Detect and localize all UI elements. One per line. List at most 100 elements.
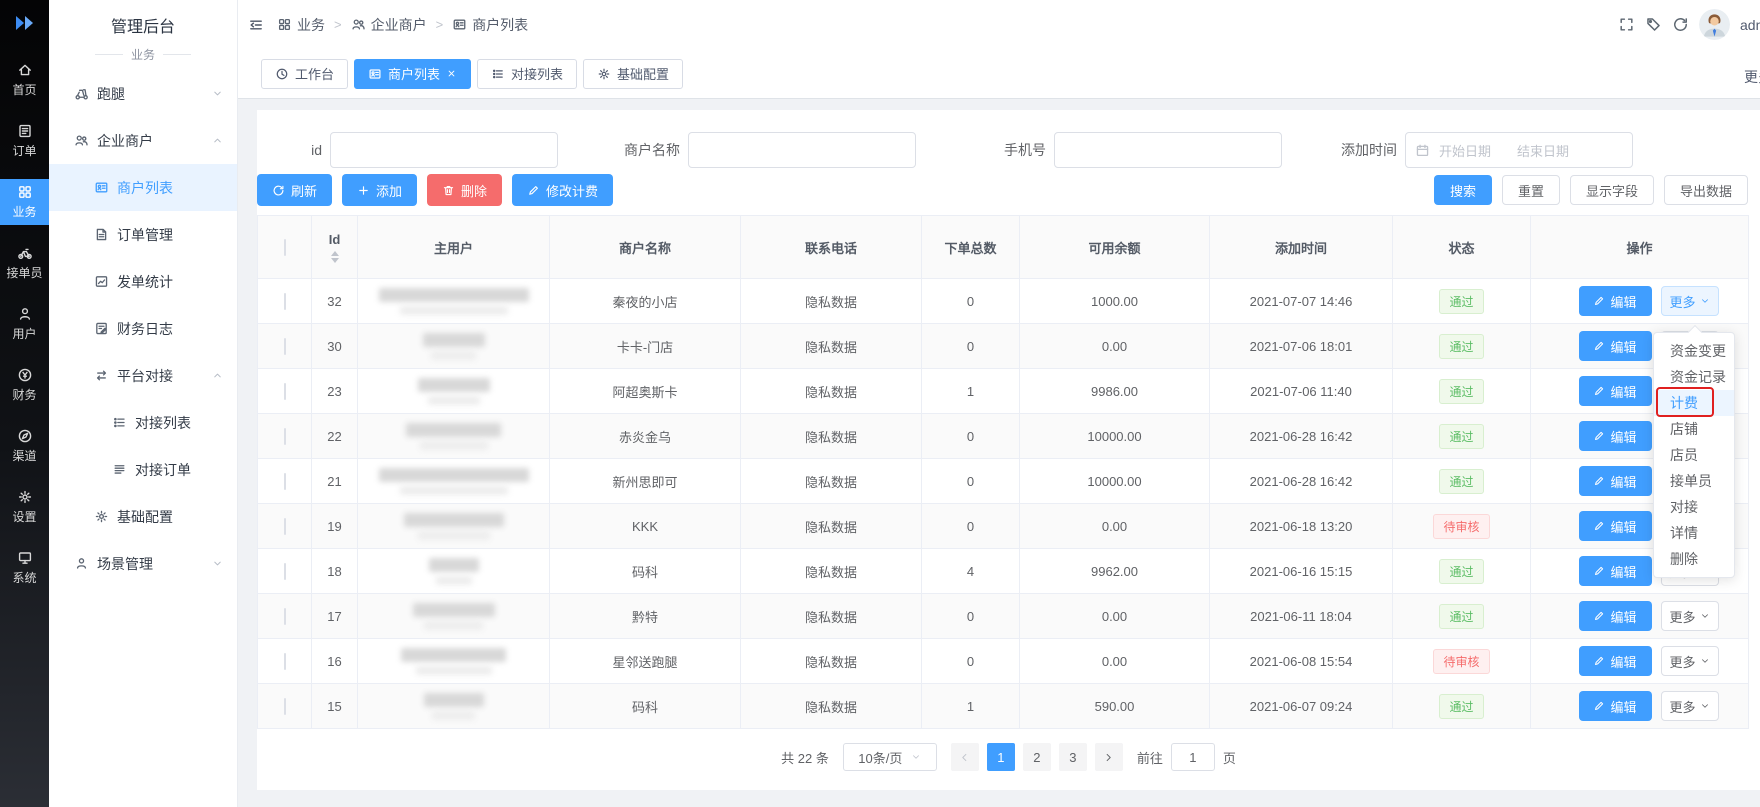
page-button-1[interactable]: 1 — [987, 743, 1015, 771]
refresh-page-icon[interactable] — [1672, 16, 1689, 33]
edit-button[interactable]: 编辑 — [1579, 466, 1652, 496]
goto-label: 前往 — [1137, 748, 1163, 767]
row-checkbox[interactable] — [284, 338, 286, 355]
more-button[interactable]: 更多 — [1661, 601, 1719, 631]
edit-button[interactable]: 编辑 — [1579, 556, 1652, 586]
dropdown-item-接单员[interactable]: 接单员 — [1654, 468, 1734, 494]
filter-phone-input[interactable] — [1054, 132, 1282, 168]
fullscreen-icon[interactable] — [1618, 16, 1635, 33]
edit-button[interactable]: 编辑 — [1579, 286, 1652, 316]
rail-item-system[interactable]: 系统 — [0, 545, 49, 591]
rail-item-rider[interactable]: 接单员 — [0, 240, 49, 286]
page-button-2[interactable]: 2 — [1023, 743, 1051, 771]
page-button-3[interactable]: 3 — [1059, 743, 1087, 771]
sidebar-item-跑腿[interactable]: 跑腿 — [49, 70, 237, 117]
rail-item-label: 用户 — [12, 325, 36, 342]
goto-page-input[interactable]: 1 — [1171, 743, 1215, 771]
sidebar-item-发单统计[interactable]: 发单统计 — [49, 258, 237, 305]
sidebar-item-对接列表[interactable]: 对接列表 — [49, 399, 237, 446]
cell-merchant-name: 星邻送跑腿 — [550, 639, 741, 684]
cell-contact-phone: 隐私数据 — [741, 684, 922, 729]
reset-button[interactable]: 重置 — [1502, 175, 1560, 205]
edit-button[interactable]: 编辑 — [1579, 511, 1652, 541]
tab-对接列表[interactable]: 对接列表 — [477, 59, 577, 89]
more-button[interactable]: 更多 — [1661, 691, 1719, 721]
prev-page-button[interactable] — [951, 743, 979, 771]
dropdown-item-店铺[interactable]: 店铺 — [1654, 416, 1734, 442]
breadcrumb-item-业务[interactable]: 业务 — [277, 15, 325, 35]
rail-items: 首页订单业务接单员用户财务渠道设置系统 — [0, 49, 49, 591]
sidebar-item-订单管理[interactable]: 订单管理 — [49, 211, 237, 258]
rail-item-order[interactable]: 订单 — [0, 118, 49, 164]
more-button[interactable]: 更多 — [1661, 646, 1719, 676]
edit-button[interactable]: 编辑 — [1579, 601, 1652, 631]
row-checkbox[interactable] — [284, 653, 286, 670]
edit-button[interactable]: 编辑 — [1579, 691, 1652, 721]
row-checkbox[interactable] — [284, 383, 286, 400]
row-checkbox[interactable] — [284, 428, 286, 445]
rail-item-settings[interactable]: 设置 — [0, 484, 49, 530]
show-fields-button[interactable]: 显示字段 — [1570, 175, 1654, 205]
sidebar-item-场景管理[interactable]: 场景管理 — [49, 540, 237, 587]
export-data-button[interactable]: 导出数据 — [1664, 175, 1748, 205]
breadcrumb-item-企业商户[interactable]: 企业商户 — [351, 15, 427, 35]
row-checkbox[interactable] — [284, 293, 286, 310]
username[interactable]: admin — [1740, 17, 1760, 33]
row-checkbox[interactable] — [284, 698, 286, 715]
modify-billing-button[interactable]: 修改计费 — [512, 174, 613, 206]
row-checkbox[interactable] — [284, 473, 286, 490]
edit-button[interactable]: 编辑 — [1579, 421, 1652, 451]
theme-tag-icon[interactable] — [1645, 16, 1662, 33]
edit-button[interactable]: 编辑 — [1579, 331, 1652, 361]
rail-item-user[interactable]: 用户 — [0, 301, 49, 347]
rail-item-finance[interactable]: 财务 — [0, 362, 49, 408]
rail-item-home[interactable]: 首页 — [0, 57, 49, 103]
per-page-select[interactable]: 10条/页 — [843, 743, 937, 771]
card-icon — [368, 67, 382, 81]
dropdown-item-计费[interactable]: 计费 — [1654, 390, 1734, 416]
dropdown-item-资金记录[interactable]: 资金记录 — [1654, 364, 1734, 390]
filter-merchant-name-input[interactable] — [688, 132, 916, 168]
sidebar-item-对接订单[interactable]: 对接订单 — [49, 446, 237, 493]
row-checkbox[interactable] — [284, 518, 286, 535]
table-row: 21新州思即可隐私数据010000.002021-06-28 16:42通过编辑… — [258, 459, 1749, 504]
tab-工作台[interactable]: 工作台 — [261, 59, 348, 89]
edit-label: 编辑 — [1610, 607, 1636, 626]
dropdown-item-店员[interactable]: 店员 — [1654, 442, 1734, 468]
sidebar-item-财务日志[interactable]: 财务日志 — [49, 305, 237, 352]
sidebar-item-基础配置[interactable]: 基础配置 — [49, 493, 237, 540]
sidebar-item-平台对接[interactable]: 平台对接 — [49, 352, 237, 399]
sidebar-item-企业商户[interactable]: 企业商户 — [49, 117, 237, 164]
dropdown-item-删除[interactable]: 删除 — [1654, 546, 1734, 572]
filter-id-input[interactable] — [330, 132, 558, 168]
rail-item-label: 业务 — [12, 203, 36, 220]
refresh-button[interactable]: 刷新 — [257, 174, 332, 206]
edit-button[interactable]: 编辑 — [1579, 646, 1652, 676]
more-button[interactable]: 更多 — [1661, 286, 1719, 316]
sidebar-item-label: 发单统计 — [117, 272, 173, 292]
tab-商户列表[interactable]: 商户列表 — [354, 59, 471, 89]
logo[interactable] — [0, 0, 49, 49]
dropdown-item-资金变更[interactable]: 资金变更 — [1654, 338, 1734, 364]
rail-item-grid[interactable]: 业务 — [0, 179, 49, 225]
row-checkbox[interactable] — [284, 563, 286, 580]
cell-contact-phone: 隐私数据 — [741, 639, 922, 684]
add-button[interactable]: 添加 — [342, 174, 417, 206]
sidebar-fold-icon[interactable] — [248, 17, 264, 33]
dropdown-item-对接[interactable]: 对接 — [1654, 494, 1734, 520]
dropdown-item-详情[interactable]: 详情 — [1654, 520, 1734, 546]
rail-item-channel[interactable]: 渠道 — [0, 423, 49, 469]
select-all-checkbox[interactable] — [284, 239, 286, 256]
next-page-button[interactable] — [1095, 743, 1123, 771]
search-button[interactable]: 搜索 — [1434, 175, 1492, 205]
avatar[interactable] — [1699, 9, 1730, 40]
sidebar-item-商户列表[interactable]: 商户列表 — [49, 164, 237, 211]
sort-carets[interactable] — [331, 251, 339, 263]
date-range-picker[interactable]: 开始日期 结束日期 — [1405, 132, 1633, 168]
tabs-more-button[interactable]: 更多 — [1744, 67, 1760, 87]
breadcrumb-item-商户列表[interactable]: 商户列表 — [452, 15, 528, 35]
row-checkbox[interactable] — [284, 608, 286, 625]
edit-button[interactable]: 编辑 — [1579, 376, 1652, 406]
tab-基础配置[interactable]: 基础配置 — [583, 59, 683, 89]
delete-button[interactable]: 删除 — [427, 174, 502, 206]
